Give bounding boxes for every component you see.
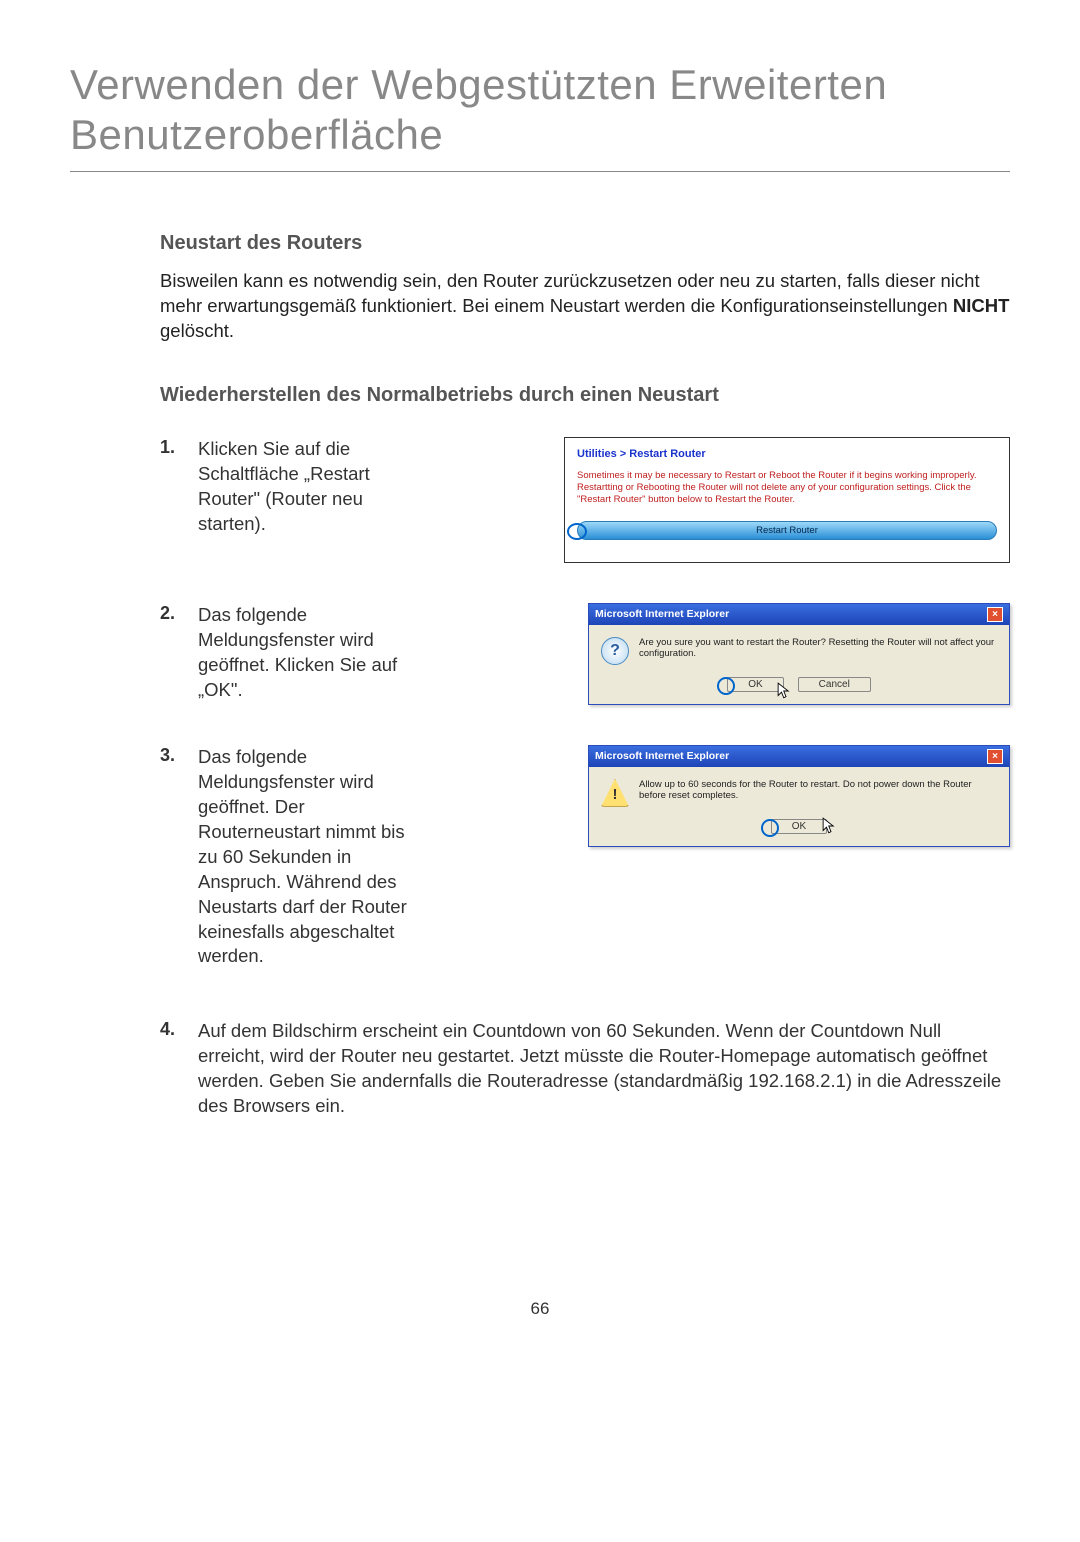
intro-paragraph: Bisweilen kann es notwendig sein, den Ro… (160, 269, 1010, 344)
step-1-row: 1. Klicken Sie auf die Schaltfläche „Res… (160, 437, 1010, 563)
cancel-label: Cancel (819, 679, 850, 690)
step-2-row: 2. Das folgende Meldungsfenster wird geö… (160, 603, 1010, 705)
dialog3-body: ! Allow up to 60 seconds for the Router … (589, 767, 1009, 819)
callout-ellipse-icon (567, 523, 587, 540)
step-2-text: Das folgende Meldungsfenster wird geöffn… (198, 603, 448, 703)
step-3-text: Das folgende Meldungsfenster wird geöffn… (198, 745, 448, 970)
step-2-figure: Microsoft Internet Explorer × ? Are you … (448, 603, 1010, 705)
intro-bold: NICHT (953, 295, 1010, 316)
step-1-text: Klicken Sie auf die Schaltfläche „Restar… (198, 437, 448, 537)
section-heading: Neustart des Routers (160, 232, 1010, 255)
dialog3-title: Microsoft Internet Explorer (595, 750, 729, 762)
cursor-icon (777, 682, 795, 700)
intro-part1: Bisweilen kann es notwendig sein, den Ro… (160, 270, 980, 316)
page-number: 66 (70, 1299, 1010, 1319)
dialog2-titlebar: Microsoft Internet Explorer × (589, 604, 1009, 625)
step-3-number: 3. (160, 745, 198, 766)
step-4-row: 4. Auf dem Bildschirm erscheint ein Coun… (160, 1019, 1010, 1119)
dialog3-message: Allow up to 60 seconds for the Router to… (639, 779, 997, 801)
close-icon[interactable]: × (987, 749, 1003, 764)
title-line-1: Verwenden der Webgestützten Erweiterten (70, 61, 887, 108)
wait-dialog: Microsoft Internet Explorer × ! Allow up… (588, 745, 1010, 847)
step-1-number: 1. (160, 437, 198, 458)
step-3-figure: Microsoft Internet Explorer × ! Allow up… (448, 745, 1010, 847)
callout-ellipse-icon (761, 819, 779, 837)
callout-ellipse-icon (717, 677, 735, 695)
page-title: Verwenden der Webgestützten Erweiterten … (70, 60, 1010, 161)
sub-heading: Wiederherstellen des Normalbetriebs durc… (160, 384, 1010, 407)
step-2-number: 2. (160, 603, 198, 624)
cursor-icon (822, 817, 840, 835)
intro-part2: gelöscht. (160, 320, 234, 341)
confirm-dialog: Microsoft Internet Explorer × ? Are you … (588, 603, 1010, 705)
ok-button[interactable]: OK (771, 819, 827, 834)
ok-button[interactable]: OK (727, 677, 783, 692)
cancel-button[interactable]: Cancel (798, 677, 871, 692)
restart-router-panel: Utilities > Restart Router Sometimes it … (564, 437, 1010, 563)
dialog2-body: ? Are you sure you want to restart the R… (589, 625, 1009, 677)
step-4-text: Auf dem Bildschirm erscheint ein Countdo… (198, 1019, 1010, 1119)
dialog2-title: Microsoft Internet Explorer (595, 608, 729, 620)
step-1-figure: Utilities > Restart Router Sometimes it … (448, 437, 1010, 563)
header-divider (70, 171, 1010, 172)
restart-button-label: Restart Router (756, 525, 818, 536)
restart-router-button[interactable]: Restart Router (577, 521, 997, 540)
panel-body-text: Sometimes it may be necessary to Restart… (577, 470, 997, 507)
content-area: Neustart des Routers Bisweilen kann es n… (160, 232, 1010, 1120)
panel-breadcrumb: Utilities > Restart Router (577, 448, 997, 460)
ok-label: OK (792, 821, 806, 832)
dialog3-titlebar: Microsoft Internet Explorer × (589, 746, 1009, 767)
title-line-2: Benutzeroberfläche (70, 111, 443, 158)
close-icon[interactable]: × (987, 607, 1003, 622)
dialog3-buttons: OK (589, 819, 1009, 846)
step-4-number: 4. (160, 1019, 198, 1040)
ok-label: OK (748, 679, 762, 690)
dialog2-message: Are you sure you want to restart the Rou… (639, 637, 997, 659)
dialog2-buttons: OK Cancel (589, 677, 1009, 704)
question-icon: ? (601, 637, 629, 665)
step-3-row: 3. Das folgende Meldungsfenster wird geö… (160, 745, 1010, 970)
warning-icon: ! (601, 779, 629, 807)
